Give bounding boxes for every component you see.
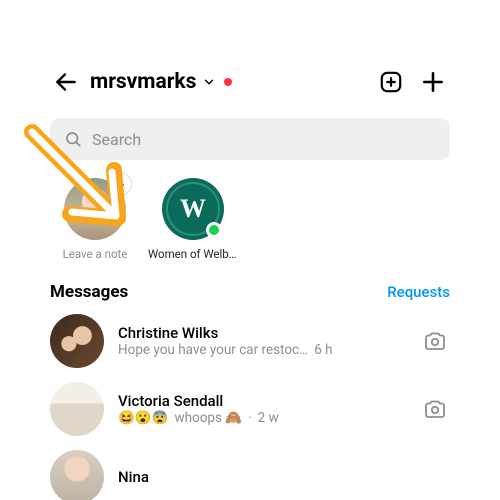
message-row[interactable]: Nina bbox=[50, 450, 450, 500]
message-preview: whoops 🙈 bbox=[174, 410, 242, 426]
message-list: Christine Wilks Hope you have your car r… bbox=[50, 314, 450, 500]
message-name: Nina bbox=[118, 468, 450, 486]
camera-icon bbox=[423, 397, 447, 421]
account-switcher[interactable]: mrsvmarks bbox=[90, 70, 232, 94]
note-label: Women of Welbeck bbox=[148, 248, 238, 262]
search-bar[interactable] bbox=[50, 118, 450, 160]
avatar bbox=[50, 382, 104, 436]
note-item[interactable]: W Women of Welbeck bbox=[154, 178, 232, 262]
camera-button[interactable] bbox=[420, 394, 450, 424]
note-avatar: W bbox=[162, 178, 224, 240]
message-name: Christine Wilks bbox=[118, 324, 406, 342]
message-time: 6 h bbox=[314, 342, 332, 358]
message-name: Victoria Sendall bbox=[118, 392, 406, 410]
back-button[interactable] bbox=[50, 66, 82, 98]
username-label: mrsvmarks bbox=[90, 70, 196, 94]
search-input[interactable] bbox=[92, 130, 436, 149]
separator: · bbox=[248, 410, 252, 426]
message-preview: Hope you have your car restoc… bbox=[118, 342, 308, 358]
message-row[interactable]: Victoria Sendall 😆😮😨 whoops 🙈 · 2 w bbox=[50, 382, 450, 436]
camera-button[interactable] bbox=[420, 326, 450, 356]
avatar bbox=[50, 314, 104, 368]
requests-link[interactable]: Requests bbox=[387, 283, 450, 301]
avatar bbox=[50, 450, 104, 500]
plus-icon bbox=[420, 69, 446, 95]
messages-section-header: Messages Requests bbox=[50, 282, 450, 302]
notes-row: + Leave a note W Women of Welbeck bbox=[50, 178, 450, 262]
leave-note-label: Leave a note bbox=[63, 248, 128, 262]
new-video-call-button[interactable] bbox=[374, 65, 408, 99]
new-message-box-icon bbox=[378, 69, 404, 95]
message-body: Victoria Sendall 😆😮😨 whoops 🙈 · 2 w bbox=[118, 392, 406, 426]
messages-heading: Messages bbox=[50, 282, 128, 302]
back-arrow-icon bbox=[53, 69, 79, 95]
unread-dot-icon bbox=[224, 78, 232, 86]
compose-button[interactable] bbox=[416, 65, 450, 99]
camera-icon bbox=[423, 329, 447, 353]
message-emoji: 😆😮😨 bbox=[118, 410, 168, 426]
active-status-icon bbox=[206, 222, 222, 238]
self-avatar: + bbox=[64, 178, 126, 240]
search-icon bbox=[64, 130, 82, 148]
leave-a-note[interactable]: + Leave a note bbox=[56, 178, 134, 262]
dm-inbox-screen: mrsvmarks + Leave a note bbox=[0, 0, 500, 500]
header-bar: mrsvmarks bbox=[50, 60, 450, 104]
chevron-down-icon bbox=[202, 75, 216, 89]
message-time: 2 w bbox=[258, 410, 279, 426]
message-body: Christine Wilks Hope you have your car r… bbox=[118, 324, 406, 358]
add-note-plus-icon: + bbox=[108, 172, 132, 196]
message-row[interactable]: Christine Wilks Hope you have your car r… bbox=[50, 314, 450, 368]
message-body: Nina bbox=[118, 468, 450, 486]
